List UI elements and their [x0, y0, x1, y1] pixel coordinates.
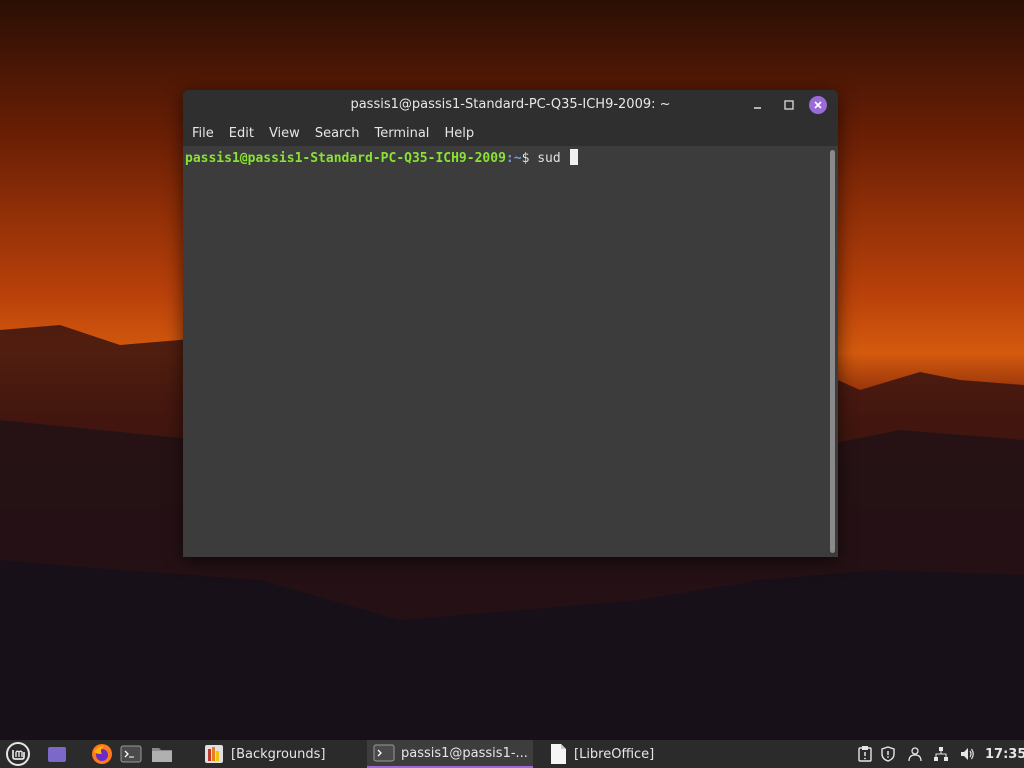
prompt-symbol: $ [521, 151, 538, 166]
task-backgrounds[interactable]: [Backgrounds] [198, 740, 358, 768]
desktop-icon [48, 747, 66, 762]
prompt-path: :~ [505, 151, 522, 166]
minimize-button[interactable] [749, 96, 767, 114]
task-label: [LibreOffice] [574, 746, 655, 762]
menu-bar: File Edit View Search Terminal Help [183, 120, 838, 146]
maximize-button[interactable] [780, 96, 798, 114]
show-desktop-button[interactable] [46, 740, 68, 768]
terminal-area[interactable]: passis1@passis1-Standard-PC-Q35-ICH9-200… [183, 146, 838, 557]
window-title: passis1@passis1-Standard-PC-Q35-ICH9-200… [350, 97, 671, 112]
menu-edit[interactable]: Edit [229, 126, 254, 141]
menu-terminal[interactable]: Terminal [374, 126, 429, 141]
task-terminal[interactable]: passis1@passis1-... [367, 740, 533, 768]
window-titlebar[interactable]: passis1@passis1-Standard-PC-Q35-ICH9-200… [183, 90, 838, 120]
terminal-line: passis1@passis1-Standard-PC-Q35-ICH9-200… [185, 149, 578, 166]
firefox-launcher[interactable] [90, 740, 114, 768]
terminal-icon [120, 745, 142, 763]
menu-help[interactable]: Help [444, 126, 474, 141]
maximize-icon [784, 100, 794, 110]
user-icon[interactable] [907, 746, 923, 762]
terminal-scrollbar[interactable] [830, 150, 835, 553]
menu-view[interactable]: View [269, 126, 300, 141]
firefox-icon [92, 744, 112, 764]
clock[interactable]: 17:35 [985, 740, 1024, 768]
menu-search[interactable]: Search [315, 126, 360, 141]
image-viewer-icon [205, 745, 223, 763]
command-input[interactable]: sud [537, 151, 568, 166]
files-launcher[interactable] [150, 740, 174, 768]
terminal-launcher[interactable] [120, 740, 142, 768]
mint-menu-button[interactable] [5, 740, 31, 768]
close-icon [814, 101, 822, 109]
network-icon[interactable] [933, 746, 949, 762]
menu-file[interactable]: File [192, 126, 214, 141]
text-cursor [569, 149, 578, 165]
task-label: passis1@passis1-... [401, 745, 528, 761]
task-libreoffice[interactable]: [LibreOffice] [545, 740, 685, 768]
close-button[interactable] [809, 96, 827, 114]
folder-icon [152, 748, 172, 762]
document-icon [551, 744, 566, 764]
volume-icon[interactable] [959, 746, 975, 762]
prompt-user-host: passis1@passis1-Standard-PC-Q35-ICH9-200… [185, 151, 506, 166]
clipboard-icon[interactable] [857, 746, 873, 762]
task-label: [Backgrounds] [231, 746, 326, 762]
taskbar: [Backgrounds] passis1@passis1-... [Libre… [0, 740, 1024, 768]
mint-logo-icon [6, 742, 30, 766]
terminal-window[interactable]: passis1@passis1-Standard-PC-Q35-ICH9-200… [183, 90, 838, 557]
minimize-icon [754, 107, 761, 109]
shield-icon[interactable] [880, 746, 896, 762]
terminal-icon [373, 744, 395, 762]
